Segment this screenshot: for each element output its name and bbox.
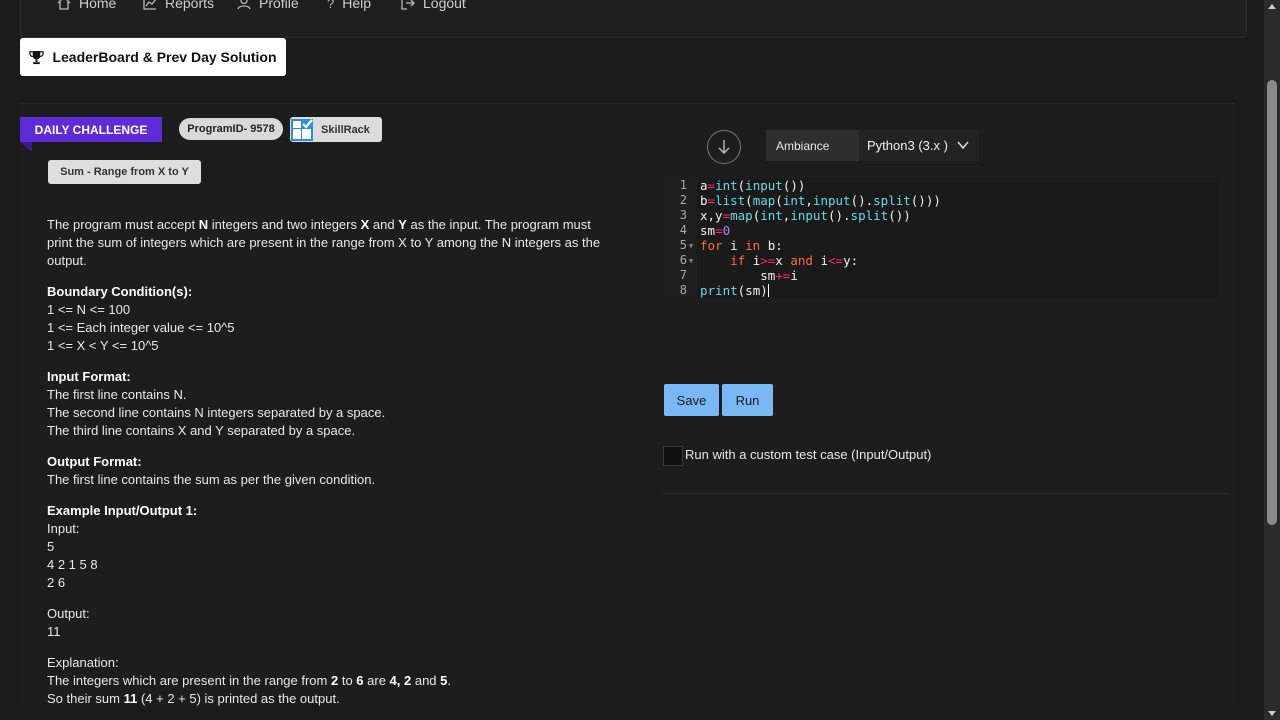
logout-icon xyxy=(401,0,415,10)
nav-logout-label: Logout xyxy=(423,0,466,11)
arrow-down-icon xyxy=(718,140,730,154)
scroll-up-arrow-icon[interactable] xyxy=(1268,4,1276,9)
line-number: 1 xyxy=(679,178,687,192)
nav-reports-label: Reports xyxy=(165,0,215,11)
input-format-line: The first line contains N. xyxy=(47,387,187,402)
user-icon xyxy=(237,0,251,10)
skillrack-label: SkillRack xyxy=(321,123,370,136)
line-number: 6 xyxy=(679,253,687,267)
output-format-heading: Output Format: xyxy=(47,454,142,469)
example-input-label: Input: xyxy=(47,521,80,536)
boundary-line: 1 <= Each integer value <= 10^5 xyxy=(47,320,235,335)
line-number: 3 xyxy=(679,208,687,222)
example-input-line: 4 2 1 5 8 xyxy=(47,557,98,572)
custom-test-label: Run with a custom test case (Input/Outpu… xyxy=(685,447,932,462)
nav-help[interactable]: ? Help xyxy=(327,0,371,11)
text-cursor xyxy=(767,284,769,297)
example-input-line: 2 6 xyxy=(47,575,66,590)
code-line-4: sm=0 xyxy=(700,223,731,238)
theme-label: Ambiance xyxy=(776,138,830,153)
line-number: 8 xyxy=(679,283,687,297)
scroll-down-arrow-icon[interactable] xyxy=(1268,711,1276,716)
daily-challenge-ribbon: DAILY CHALLENGE xyxy=(20,117,162,142)
ribbon-fold xyxy=(20,142,32,152)
example-output-label: Output: xyxy=(47,606,90,621)
custom-test-checkbox[interactable] xyxy=(663,446,683,466)
code-line-5: for i in b: xyxy=(700,238,783,253)
home-icon xyxy=(57,0,71,10)
chart-icon xyxy=(143,0,157,10)
explanation-label: Explanation: xyxy=(47,655,119,670)
code-editor[interactable]: 1 2 3 4 5 6 7 8 ▼ ▼ a=int(input()) b=lis… xyxy=(663,178,1218,298)
run-button[interactable]: Run xyxy=(722,384,773,416)
output-format-line: The first line contains the sum as per t… xyxy=(47,472,376,487)
boundary-heading: Boundary Condition(s): xyxy=(47,284,193,299)
code-line-2: b=list(map(int,input().split())) xyxy=(700,193,941,208)
explanation-line-1: The integers which are present in the ra… xyxy=(47,673,452,688)
line-number: 2 xyxy=(679,193,687,207)
fold-arrow-icon[interactable]: ▼ xyxy=(689,239,693,254)
scroll-down-button[interactable] xyxy=(707,130,741,164)
code-line-6: if i>=x and i<=y: xyxy=(730,253,859,268)
code-line-1: a=int(input()) xyxy=(700,178,806,193)
code-line-8: print(sm) xyxy=(700,283,769,298)
save-button[interactable]: Save xyxy=(664,384,719,416)
nav-profile-label: Profile xyxy=(259,0,299,11)
line-number: 5 xyxy=(679,238,687,252)
code-line-3: x,y=map(int,input().split()) xyxy=(700,208,911,223)
question-icon: ? xyxy=(327,0,335,11)
line-number: 7 xyxy=(679,268,687,282)
language-select[interactable]: Python3 (3.x ) xyxy=(859,130,979,161)
input-format-line: The second line contains N integers sepa… xyxy=(47,405,386,420)
theme-select[interactable]: Ambiance xyxy=(766,130,860,161)
divider xyxy=(663,493,1231,494)
explanation-line-2: So their sum 11 (4 + 2 + 5) is printed a… xyxy=(47,691,340,706)
problem-title: Sum - Range from X to Y xyxy=(48,160,201,184)
language-label: Python3 (3.x ) xyxy=(867,138,948,153)
top-nav: Home Reports Profile ? Help Logout xyxy=(20,0,1247,38)
boundary-line: 1 <= N <= 100 xyxy=(47,302,131,317)
skillrack-badge[interactable]: SkillRack xyxy=(290,117,382,142)
page-scrollbar[interactable] xyxy=(1264,0,1280,720)
nav-logout[interactable]: Logout xyxy=(401,0,466,11)
problem-statement: The program must accept N integers and t… xyxy=(47,216,617,708)
example-heading: Example Input/Output 1: xyxy=(47,503,198,518)
program-id-badge: ProgramID- 9578 xyxy=(179,118,283,140)
nav-reports[interactable]: Reports xyxy=(143,0,214,11)
trophy-icon xyxy=(29,50,45,64)
nav-home[interactable]: Home xyxy=(57,0,116,11)
chevron-down-icon xyxy=(957,141,969,150)
input-format-line: The third line contains X and Y separate… xyxy=(47,423,356,438)
input-format-heading: Input Format: xyxy=(47,369,131,384)
scrollbar-thumb[interactable] xyxy=(1267,80,1277,525)
leaderboard-button-label: LeaderBoard & Prev Day Solution xyxy=(52,49,277,65)
line-number: 4 xyxy=(679,223,687,237)
boundary-line: 1 <= X < Y <= 10^5 xyxy=(47,338,159,353)
code-line-7: sm+=i xyxy=(700,268,798,283)
leaderboard-button[interactable]: LeaderBoard & Prev Day Solution xyxy=(20,38,286,76)
problem-description: The program must accept N integers and t… xyxy=(47,217,601,268)
nav-profile[interactable]: Profile xyxy=(237,0,299,11)
nav-help-label: Help xyxy=(342,0,372,11)
skillrack-logo-icon xyxy=(291,118,313,141)
example-input-line: 5 xyxy=(47,539,55,554)
example-output-value: 11 xyxy=(47,624,61,639)
fold-arrow-icon[interactable]: ▼ xyxy=(689,254,693,269)
nav-home-label: Home xyxy=(79,0,117,11)
